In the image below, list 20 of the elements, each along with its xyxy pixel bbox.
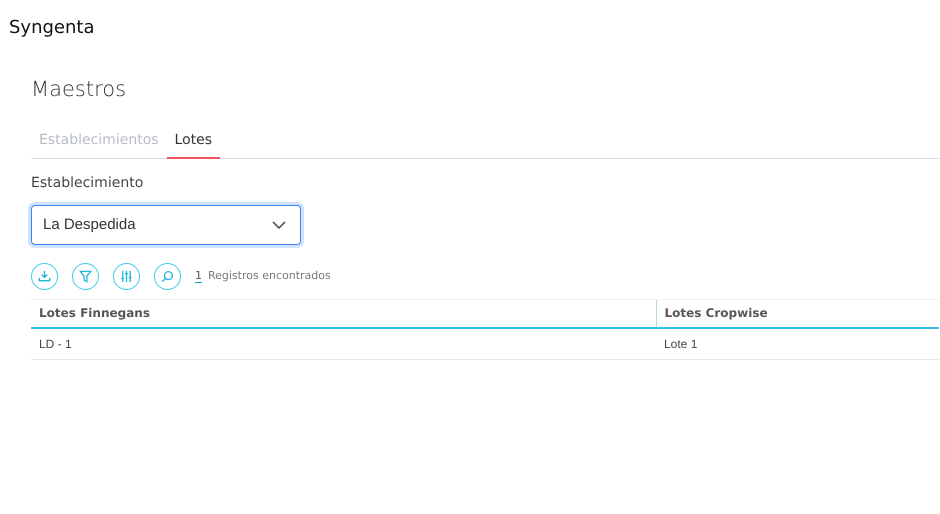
field-label: Establecimiento [31, 174, 144, 194]
tab[interactable]: Lotes [166, 128, 220, 160]
column-header: Lotes Cropwise [656, 300, 939, 328]
filter-icon [78, 269, 93, 284]
select-field[interactable]: La Despedida [31, 205, 301, 246]
record-count: 1 [195, 270, 202, 284]
page-title: Maestros [31, 77, 128, 102]
sliders-icon [119, 269, 134, 284]
search-icon [160, 269, 175, 284]
download-button[interactable] [31, 263, 58, 290]
record-label: Registros encontrados [208, 268, 331, 284]
table-cell: LD - 1 [31, 328, 656, 360]
search-button[interactable] [154, 263, 181, 290]
table-cell: Lote 1 [656, 328, 939, 360]
filter-button[interactable] [72, 263, 99, 290]
column-header: Lotes Finnegans [31, 300, 656, 328]
chevron-down-icon [272, 221, 286, 230]
brand-name: Syngenta [8, 16, 96, 40]
sliders-button[interactable] [113, 263, 140, 290]
download-icon [37, 269, 52, 284]
